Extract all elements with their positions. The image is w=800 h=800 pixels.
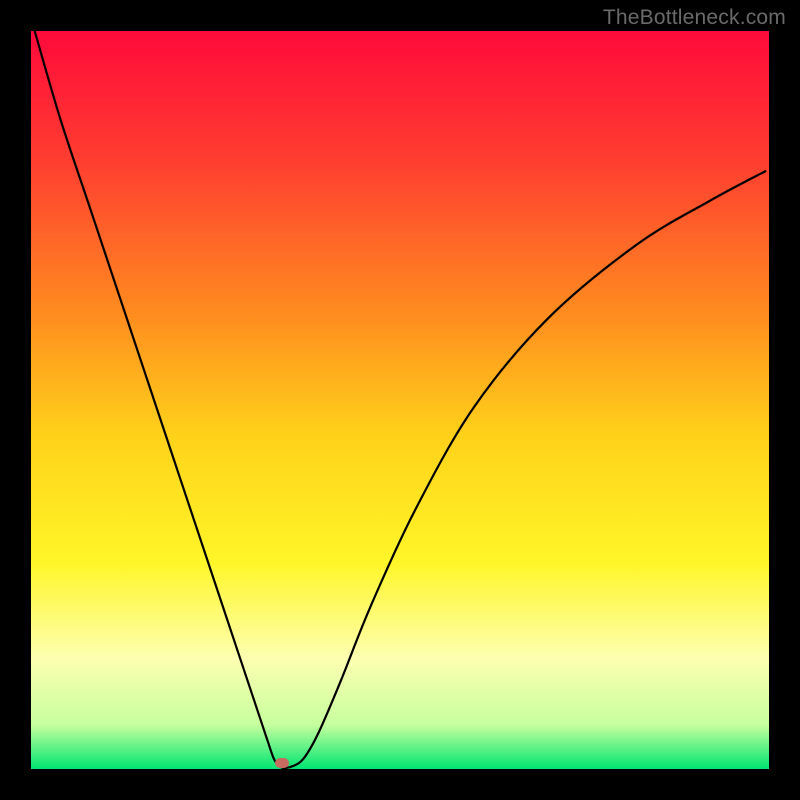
chart-stage: TheBottleneck.com [0, 0, 800, 800]
bottleneck-curve [31, 31, 769, 769]
plot-area [31, 31, 769, 769]
optimal-point-marker [275, 758, 289, 768]
watermark-text: TheBottleneck.com [603, 6, 786, 30]
